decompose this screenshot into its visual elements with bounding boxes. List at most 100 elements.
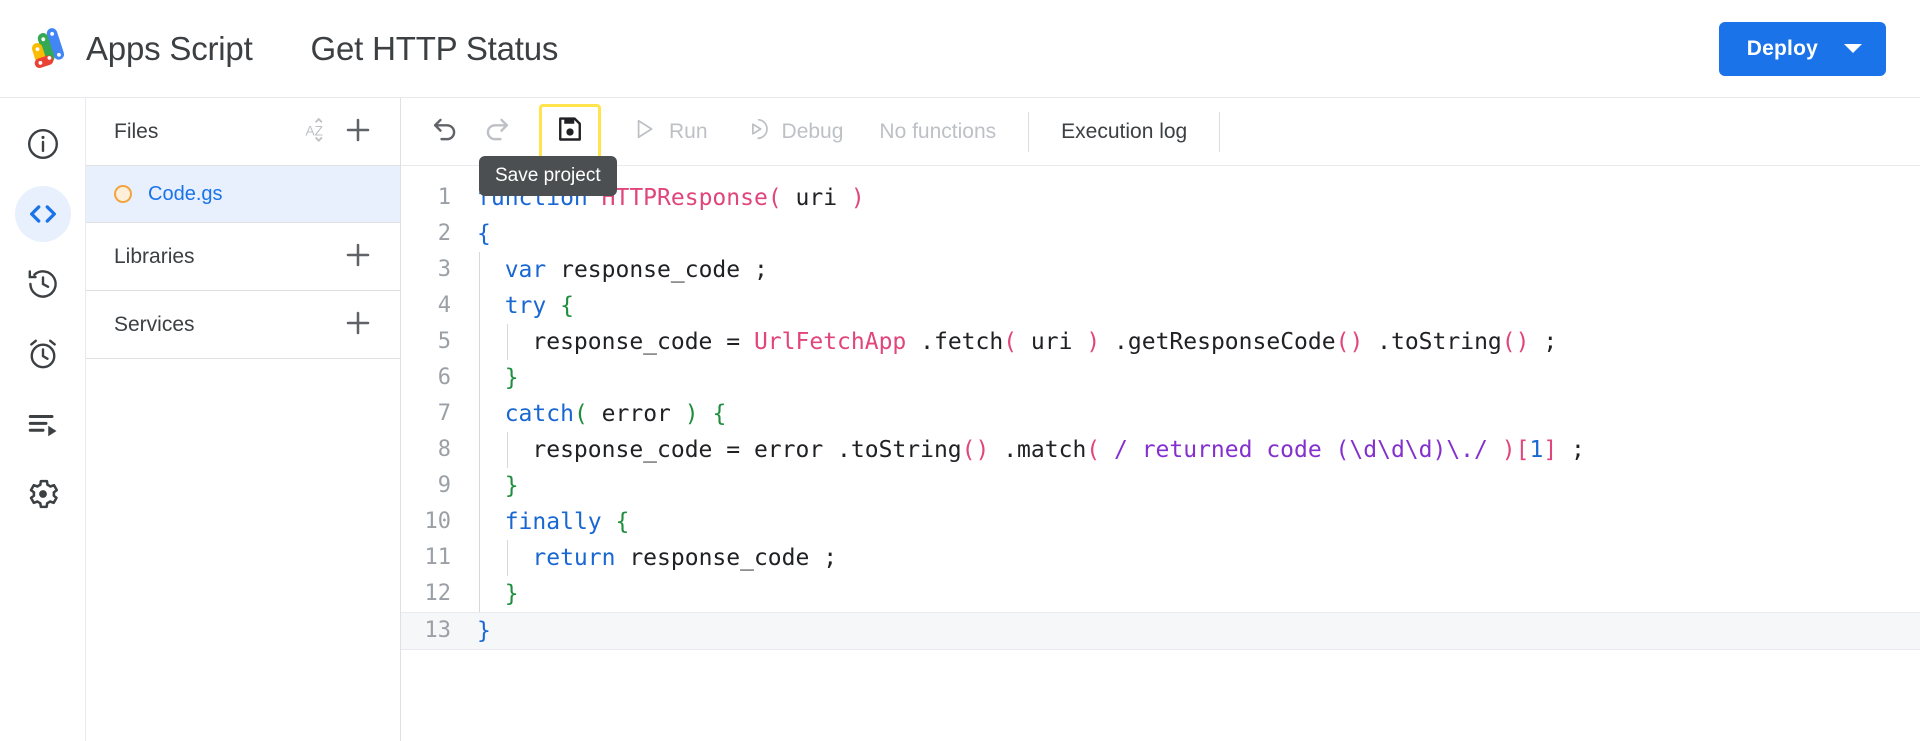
token-method: .getResponseCode xyxy=(1100,329,1336,355)
code-line: 1 function HTTPResponse( uri ) xyxy=(401,180,1920,216)
file-item-label: Code.gs xyxy=(148,182,223,205)
page-title: Get HTTP Status xyxy=(310,29,559,67)
brand[interactable]: Apps Script xyxy=(26,26,253,72)
token-identifier: response_code ; xyxy=(546,257,768,283)
token-paren: ( xyxy=(573,401,588,427)
files-section-header: Files AZ xyxy=(86,98,400,166)
sidebar-item-versions[interactable] xyxy=(15,256,71,312)
token-paren: ) xyxy=(1501,437,1516,463)
deploy-button[interactable]: Deploy xyxy=(1718,21,1886,76)
redo-button[interactable] xyxy=(471,106,523,158)
token-regex: / returned code (\d\d\d)\./ xyxy=(1100,437,1502,463)
debug-button[interactable]: Debug xyxy=(726,106,862,158)
debug-button-label: Debug xyxy=(781,119,844,143)
code-line-text: { xyxy=(473,216,491,252)
sidebar-item-settings[interactable] xyxy=(15,466,71,522)
save-project-tooltip: Save project xyxy=(479,156,617,196)
run-button-label: Run xyxy=(669,119,708,143)
code-line-text: catch( error ) { xyxy=(473,396,726,432)
line-number: 10 xyxy=(424,509,452,534)
indent-guide-wrap xyxy=(477,504,505,540)
undo-button[interactable] xyxy=(419,106,471,158)
token-bracket: ] xyxy=(1543,437,1558,463)
sidebar-item-overview[interactable] xyxy=(15,116,71,172)
line-number: 8 xyxy=(437,437,451,462)
indent-guide-wrap xyxy=(477,432,532,468)
line-number: 1 xyxy=(437,185,451,210)
line-number: 5 xyxy=(437,329,451,354)
sidebar-item-editor[interactable] xyxy=(14,186,71,242)
add-service-button[interactable] xyxy=(338,305,378,345)
file-item-code-gs[interactable]: Code.gs xyxy=(86,166,400,223)
line-number: 13 xyxy=(424,618,452,643)
token-brace: } xyxy=(504,473,519,499)
indent-guide-wrap xyxy=(477,324,532,360)
apps-script-logo-icon xyxy=(26,26,72,72)
code-line-text: var response_code ; xyxy=(473,252,768,288)
sidebar-item-executions[interactable] xyxy=(15,396,71,452)
deploy-button-label: Deploy xyxy=(1746,36,1818,60)
code-line-text: try { xyxy=(473,288,574,324)
code-icon xyxy=(26,197,60,231)
code-editor[interactable]: 1 function HTTPResponse( uri ) 2 { 3 var… xyxy=(401,166,1920,741)
plus-icon xyxy=(342,114,374,149)
code-line: 5 response_code = UrlFetchApp .fetch( ur… xyxy=(401,324,1920,360)
code-line: 12 } xyxy=(401,576,1920,612)
token-method: .match xyxy=(989,437,1087,463)
token-keyword: try xyxy=(504,293,547,319)
token-brace: { xyxy=(477,221,491,247)
plus-icon xyxy=(342,239,374,274)
files-panel-empty-space xyxy=(86,359,400,741)
code-line-text: response_code = error .toString() .match… xyxy=(473,432,1585,468)
token-class: UrlFetchApp xyxy=(753,329,907,355)
toolbar-divider xyxy=(1028,111,1030,152)
add-library-button[interactable] xyxy=(338,237,378,277)
token-number: 1 xyxy=(1529,437,1544,463)
services-header-label: Services xyxy=(114,312,195,336)
redo-icon xyxy=(481,113,513,150)
run-button[interactable]: Run xyxy=(613,106,726,158)
svg-text:AZ: AZ xyxy=(306,124,324,139)
token-brace: } xyxy=(477,618,491,644)
line-number: 3 xyxy=(437,257,451,282)
alarm-icon xyxy=(25,336,61,372)
token-paren: ) xyxy=(850,185,865,211)
code-line: 8 response_code = error .toString() .mat… xyxy=(401,432,1920,468)
code-line: 7 catch( error ) { xyxy=(401,396,1920,432)
token-paren: () xyxy=(1501,329,1530,355)
indent-guide-wrap xyxy=(477,576,505,612)
token-method: .fetch xyxy=(906,329,1004,355)
add-file-button[interactable] xyxy=(338,112,378,152)
indent-guide-wrap xyxy=(477,468,505,504)
token-brace: } xyxy=(504,365,519,391)
execution-log-button[interactable]: Execution log xyxy=(1043,120,1205,144)
function-selector[interactable]: No functions xyxy=(861,120,1014,144)
files-panel: Files AZ Code.gs Libraries Services xyxy=(86,98,401,741)
gear-icon xyxy=(25,476,61,512)
debug-icon xyxy=(744,116,770,148)
token-brace: } xyxy=(504,581,519,607)
code-line: 9 } xyxy=(401,468,1920,504)
sort-az-icon: AZ xyxy=(303,115,333,148)
libraries-header-label: Libraries xyxy=(114,244,195,268)
code-line: 6 } xyxy=(401,360,1920,396)
executions-icon xyxy=(25,406,61,442)
indent-guide-wrap xyxy=(477,288,505,324)
play-icon xyxy=(631,116,657,148)
token-paren: ) xyxy=(1086,329,1101,355)
token-function-name: HTTPResponse xyxy=(601,185,768,211)
code-line-text: response_code = UrlFetchApp .fetch( uri … xyxy=(473,324,1557,360)
code-line: 11 return response_code ; xyxy=(401,540,1920,576)
files-header-label: Files xyxy=(114,119,159,143)
libraries-section-header: Libraries xyxy=(86,223,400,291)
token-identifier: response_code = xyxy=(532,329,754,355)
token-punct: ; xyxy=(1529,329,1558,355)
save-project-button[interactable] xyxy=(539,103,601,160)
sort-az-button[interactable]: AZ xyxy=(298,112,338,152)
indent-guide-wrap xyxy=(477,360,505,396)
code-line: 2 { xyxy=(401,216,1920,252)
brand-name: Apps Script xyxy=(86,29,253,67)
sidebar-item-triggers[interactable] xyxy=(15,326,71,382)
services-section-header: Services xyxy=(86,291,400,359)
